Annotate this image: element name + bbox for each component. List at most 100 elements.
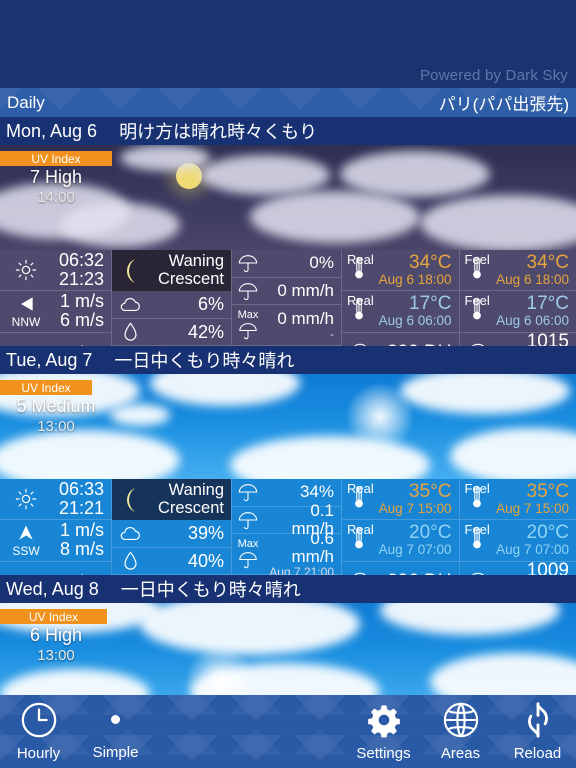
humidity-drop-icon [112,551,148,571]
day-detail-0: 06:32 21:23 NNW 1 m/s 6 m/s Waning Cresc… [0,250,576,346]
umbrella-max-icon: Max [232,539,264,569]
temp-low-value: 20°C [409,521,452,543]
sunset-time: 21:21 [58,498,104,519]
detail-col-precip: 34% 0.1 mm/h Max 0.6 mm/h Aug 7 21:00 [232,479,342,575]
humidity-row: 42% [112,319,231,346]
day-summary: 一日中くもり時々晴れ [114,351,295,371]
detail-col-temps: Real 34°C Aug 6 18:00 Feel 34°C Aug 6 18… [342,250,576,346]
wind-direction-icon: NNW [0,294,52,329]
day-summary: 明け方は晴れ時々くもり [119,122,318,142]
uv-index-time: 14:00 [37,189,75,206]
wind-gust: 8 m/s [59,539,104,560]
temp-feel-label: Feel [464,522,490,538]
feel-low-value: 17°C [526,292,569,314]
temp-real-label: Real [347,252,374,267]
clock-icon [20,701,58,739]
temp-low-feel: Feel 20°C Aug 7 07:00 [460,520,576,560]
tab-hourly[interactable]: Hourly [0,701,77,762]
feel-high-time: Aug 6 18:00 [496,272,569,288]
ozone-cell: 296 DU [342,561,460,575]
pressure-value: 1009 hPa [526,560,569,575]
umbrella-icon [232,253,264,273]
tab-hourly-label: Hourly [16,745,61,762]
sun-icon [0,259,52,281]
pressure-value: 1015 hPa [526,331,569,346]
precip-max-row: Max 0.6 mm/h Aug 7 21:00 [232,530,341,575]
ozone-pressure-row: 309 DU 1015 hPa [342,331,576,346]
tab-simple[interactable]: Simple [77,702,154,761]
day-hero-2: UV Index 6 High 13:00 [0,603,576,695]
day-block-0[interactable]: Mon, Aug 6 明け方は晴れ時々くもり UV Index 7 High 1… [0,117,576,346]
tab-reload-label: Reload [513,745,562,762]
status-bar: Powered by Dark Sky [0,0,576,88]
feel-high-time: Aug 7 15:00 [496,501,569,517]
precip-probability-value: 34% [299,482,334,502]
day-hero-1: UV Index 5 Medium 13:00 [0,374,576,479]
moon-phase-icon [119,258,141,284]
temp-high-time: Aug 7 15:00 [378,501,452,517]
wind-direction-label: SSW [12,543,40,558]
cloud-cover-row: 6% [112,291,231,319]
day-date: Mon, Aug 6 [6,120,98,141]
cloud-cover-value: 39% [187,523,224,544]
feel-low-time: Aug 6 06:00 [496,313,569,329]
tab-areas[interactable]: Areas [422,701,499,762]
humidity-drop-icon [112,322,148,342]
day-header-0[interactable]: Mon, Aug 6 明け方は晴れ時々くもり [0,117,576,145]
tab-settings[interactable]: Settings [345,701,422,762]
moon-phase-line2: Crescent [157,269,224,288]
moon-phase-line2: Crescent [157,498,224,517]
umbrella-icon [232,482,264,502]
detail-col-temps: Real 35°C Aug 7 15:00 Feel 35°C Aug 7 15… [342,479,576,575]
cloud-cover-row: 39% [112,520,231,548]
precip-max-label: Max [237,309,259,322]
app-screen: Powered by Dark Sky Daily パリ(パパ出張先) Mon,… [0,0,576,768]
feel-high-value: 35°C [526,480,569,502]
precip-max-time: - [330,326,334,341]
ozone-pressure-row: 296 DU 1009 hPa [342,560,576,575]
temp-high-value: 35°C [409,480,452,502]
location-label: パリ(パパ出張先) [438,95,569,114]
temp-real-label: Real [347,522,374,538]
uv-index-value: 7 High [29,167,83,187]
sun-times-row: 06:32 21:23 [0,250,111,292]
visibility-row: 16 km [0,562,111,575]
temp-high-feel: Feel 35°C Aug 7 15:00 [460,479,576,519]
temp-low-feel: Feel 17°C Aug 6 06:00 [460,291,576,331]
day-header-2[interactable]: Wed, Aug 8 一日中くもり時々晴れ [0,575,576,603]
wind-gust: 6 m/s [59,310,104,331]
uv-index-label: UV Index [21,380,71,395]
day-block-2[interactable]: Wed, Aug 8 一日中くもり時々晴れ UV Index 6 High 13… [0,575,576,695]
tab-reload[interactable]: Reload [499,701,576,762]
feel-low-value: 20°C [526,521,569,543]
daily-header-bar[interactable]: Daily パリ(パパ出張先) [0,88,576,117]
uv-index-time: 13:00 [37,418,75,435]
temp-low-row: Real 17°C Aug 6 06:00 Feel 17°C Aug 6 06… [342,291,576,333]
temp-low-real: Real 20°C Aug 7 07:00 [342,520,460,561]
temp-feel-label: Feel [464,481,490,496]
sunset-time: 21:23 [58,269,104,290]
uv-index-badge: UV Index [0,609,107,624]
moon-phase-icon [119,487,141,513]
tab-settings-label: Settings [356,745,411,762]
precip-probability-value: 0% [309,253,334,273]
tab-areas-label: Areas [440,745,481,762]
day-header-1[interactable]: Tue, Aug 7 一日中くもり時々晴れ [0,346,576,374]
globe-icon [442,701,480,739]
sunrise-time: 06:33 [58,479,104,500]
day-block-1[interactable]: Tue, Aug 7 一日中くもり時々晴れ UV Index 5 Medium … [0,346,576,575]
moon-phase-row: Waning Crescent [112,479,231,521]
day-hero-0: UV Index 7 High 14:00 [0,145,576,250]
temp-low-time: Aug 6 06:00 [378,313,452,329]
precip-intensity-value: 0 mm/h [277,280,334,300]
umbrella-intensity-icon [232,510,264,530]
precip-max-label: Max [237,538,259,551]
pressure-cell: 1009 hPa [460,560,576,575]
precip-max-time: Aug 7 21:00 [269,564,334,575]
temp-high-value: 34°C [409,251,452,273]
temp-feel-label: Feel [464,252,490,267]
uv-index-label: UV Index [28,609,79,624]
powered-by-label: Powered by Dark Sky [419,67,568,84]
wind-row: SSW 1 m/s 8 m/s [0,520,111,562]
day-summary: 一日中くもり時々晴れ [120,580,301,600]
